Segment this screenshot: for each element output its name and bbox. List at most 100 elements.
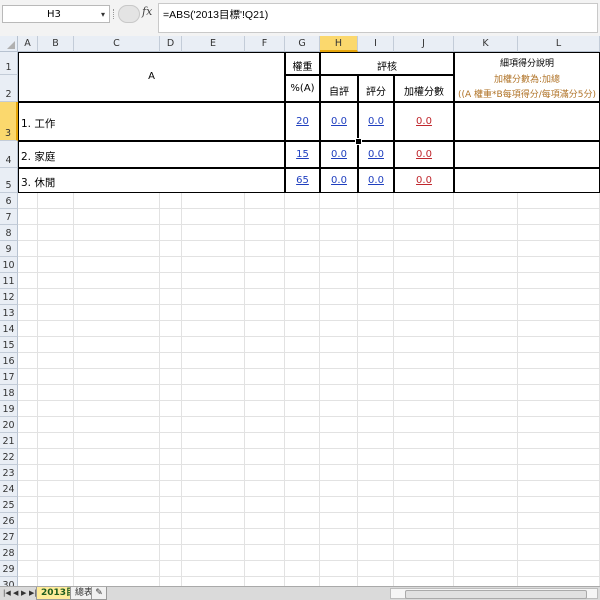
gridline-horizontal — [18, 448, 600, 449]
row-header[interactable]: 17 — [0, 369, 18, 385]
column-header[interactable]: A — [18, 36, 38, 52]
worksheet-grid[interactable]: A B C D E F G H I J K L 1 2 3 4 5 6 7 8 9 10 11 12 13 14 15 16 17 18 1… — [0, 36, 600, 586]
row-number: 23 — [2, 468, 15, 479]
item-self-score-cell[interactable]: 0.0 — [320, 141, 358, 168]
gridline-horizontal — [18, 272, 600, 273]
row-header[interactable]: 21 — [0, 433, 18, 449]
row-header[interactable]: 7 — [0, 209, 18, 225]
score-header-cell[interactable]: 評分 — [358, 75, 394, 102]
row-header[interactable]: 29 — [0, 561, 18, 577]
name-box[interactable]: H3 ▾ — [2, 5, 110, 23]
row-header[interactable]: 18 — [0, 385, 18, 401]
item-note-cell[interactable] — [454, 102, 600, 141]
score-note-cell[interactable]: 細項得分說明 加權分數為:加總 ((A 權重*B每項得分/每項滿分5分) — [454, 52, 600, 102]
row-header[interactable]: 27 — [0, 529, 18, 545]
row-header[interactable]: 11 — [0, 273, 18, 289]
row-header[interactable]: 15 — [0, 337, 18, 353]
row-header[interactable]: 9 — [0, 241, 18, 257]
column-header[interactable]: K — [454, 36, 518, 52]
review-header-cell[interactable]: 評核 — [320, 52, 454, 75]
row-header[interactable]: 22 — [0, 449, 18, 465]
item-score-cell[interactable]: 0.0 — [358, 168, 394, 193]
row-header[interactable]: 1 — [0, 52, 18, 75]
row-header[interactable]: 12 — [0, 289, 18, 305]
column-header[interactable]: G — [285, 36, 320, 52]
sheet-tab-bar: |◀ ◀ ▶ ▶| 2013目標 總表 ✎ — [0, 586, 600, 600]
gridline-horizontal — [18, 224, 600, 225]
gridline-horizontal — [18, 336, 600, 337]
weight-header-cell[interactable]: 權重 — [285, 52, 320, 75]
row-header[interactable]: 5 — [0, 168, 18, 193]
row-header[interactable]: 2 — [0, 75, 18, 102]
next-sheet-icon[interactable]: ▶ — [21, 587, 26, 599]
row-header[interactable]: 23 — [0, 465, 18, 481]
column-header[interactable]: H — [320, 36, 358, 52]
column-header[interactable]: L — [518, 36, 600, 52]
row-header[interactable]: 6 — [0, 193, 18, 209]
weighted-score-header-cell[interactable]: 加權分數 — [394, 75, 454, 102]
horizontal-scroll-thumb[interactable] — [405, 590, 587, 599]
gridline-horizontal — [18, 576, 600, 577]
row-number: 9 — [5, 244, 12, 255]
row-header[interactable]: 19 — [0, 401, 18, 417]
insert-function-button[interactable]: fx — [142, 5, 152, 18]
item-weighted-score-cell[interactable]: 0.0 — [394, 168, 454, 193]
item-weight-cell[interactable]: 20 — [285, 102, 320, 141]
item-score-cell[interactable]: 0.0 — [358, 141, 394, 168]
column-header[interactable]: F — [245, 36, 285, 52]
horizontal-scrollbar[interactable] — [390, 588, 598, 599]
item-score-cell[interactable]: 0.0 — [358, 102, 394, 141]
column-header[interactable]: I — [358, 36, 394, 52]
item-self-score-cell[interactable]: 0.0 — [320, 168, 358, 193]
insert-sheet-icon[interactable]: ✎ — [91, 587, 107, 600]
name-box-dropdown-icon[interactable]: ▾ — [101, 10, 105, 19]
active-cell-selection[interactable] — [319, 101, 359, 142]
fill-handle[interactable] — [355, 138, 362, 145]
item-note-cell[interactable] — [454, 168, 600, 193]
item-label: 2. 家庭 — [21, 151, 56, 163]
item-label-cell[interactable]: 1. 工作 — [18, 102, 285, 141]
column-header[interactable]: J — [394, 36, 454, 52]
first-sheet-icon[interactable]: |◀ — [3, 587, 11, 599]
item-weight-cell[interactable]: 65 — [285, 168, 320, 193]
item-label-cell[interactable]: 3. 休閒 — [18, 168, 285, 193]
item-weighted-score-cell[interactable]: 0.0 — [394, 141, 454, 168]
row-header[interactable]: 26 — [0, 513, 18, 529]
goal-header-cell[interactable]: A — [18, 52, 285, 102]
self-assessment-header-cell[interactable]: 自評 — [320, 75, 358, 102]
row-header[interactable]: 20 — [0, 417, 18, 433]
weight-unit-cell[interactable]: %(A) — [285, 75, 320, 102]
formula-input[interactable]: =ABS('2013目標'!Q21) — [158, 3, 598, 33]
row-header[interactable]: 25 — [0, 497, 18, 513]
row-header[interactable]: 13 — [0, 305, 18, 321]
column-header[interactable]: C — [74, 36, 160, 52]
row-header[interactable]: 14 — [0, 321, 18, 337]
item-weight-cell[interactable]: 15 — [285, 141, 320, 168]
row-header[interactable]: 16 — [0, 353, 18, 369]
row-header[interactable]: 4 — [0, 141, 18, 168]
column-header[interactable]: B — [38, 36, 74, 52]
row-number: 21 — [2, 436, 15, 447]
score-note-line2: ((A 權重*B每項得分/每項滿分5分) — [458, 90, 596, 100]
column-header[interactable]: E — [182, 36, 245, 52]
gridline-horizontal — [18, 352, 600, 353]
item-label-cell[interactable]: 2. 家庭 — [18, 141, 285, 168]
row-header[interactable]: 10 — [0, 257, 18, 273]
item-note-cell[interactable] — [454, 141, 600, 168]
column-header[interactable]: D — [160, 36, 182, 52]
row-number: 28 — [2, 548, 15, 559]
gridline-horizontal — [18, 560, 600, 561]
formula-bar-splitter[interactable] — [113, 9, 117, 19]
row-number: 14 — [2, 324, 15, 335]
row-header[interactable]: 3 — [0, 102, 18, 141]
row-header[interactable]: 28 — [0, 545, 18, 561]
item-weighted-score-cell[interactable]: 0.0 — [394, 102, 454, 141]
prev-sheet-icon[interactable]: ◀ — [13, 587, 18, 599]
item-weight: 15 — [296, 149, 309, 160]
row-header[interactable]: 8 — [0, 225, 18, 241]
row-header[interactable]: 24 — [0, 481, 18, 497]
select-all-button[interactable] — [0, 36, 18, 52]
formula-cancel-enter-buttons[interactable] — [118, 5, 140, 23]
row-header[interactable]: 30 — [0, 577, 18, 586]
gridline-horizontal — [18, 464, 600, 465]
